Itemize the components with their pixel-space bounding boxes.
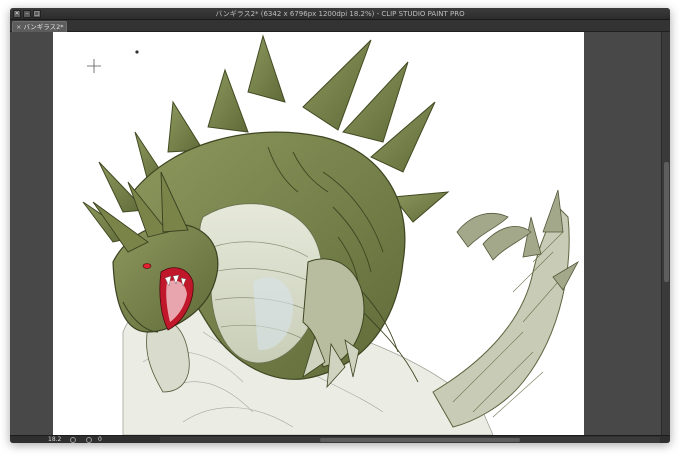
crosshair-cursor-icon — [87, 59, 101, 73]
app-window: ✕ – □ バンギラス2* (6342 x 6796px 1200dpi 18.… — [10, 8, 670, 443]
status-bar: 18.2 0 — [10, 435, 670, 443]
horizontal-scroll-thumb[interactable] — [320, 438, 520, 442]
rotation-angle-value[interactable]: 0 — [98, 436, 102, 443]
brush-dot — [135, 50, 139, 54]
drawing-canvas[interactable] — [53, 32, 584, 435]
tab-close-icon[interactable]: × — [16, 23, 21, 31]
canvas-area[interactable] — [10, 32, 661, 435]
vertical-scroll-thumb[interactable] — [664, 162, 669, 282]
window-title: バンギラス2* (6342 x 6796px 1200dpi 18.2%) - … — [215, 10, 465, 18]
rotate-icon[interactable] — [86, 437, 92, 443]
dragon-illustration — [82, 34, 580, 435]
title-bar: ✕ – □ バンギラス2* (6342 x 6796px 1200dpi 18.… — [10, 8, 670, 20]
vertical-scrollbar[interactable] — [661, 32, 670, 435]
horizontal-scrollbar[interactable] — [160, 437, 660, 443]
dragon-eye — [142, 263, 152, 269]
zoom-reset-icon[interactable] — [70, 437, 76, 443]
tab-document[interactable]: × バンギラス2* — [12, 21, 67, 32]
tab-label: バンギラス2* — [23, 23, 64, 31]
document-tab-bar: × バンギラス2* — [10, 20, 670, 32]
zoom-value[interactable]: 18.2 — [48, 436, 61, 443]
